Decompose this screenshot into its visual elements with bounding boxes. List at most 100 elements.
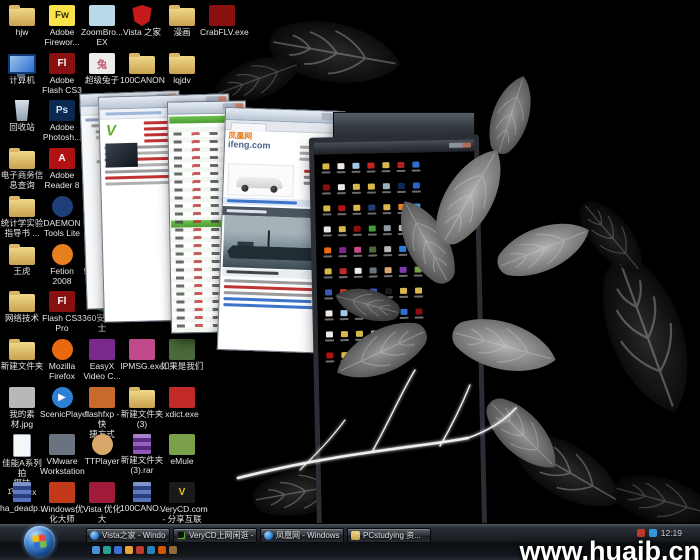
folder-icon — [129, 56, 155, 74]
mini-desktop-icon — [339, 226, 346, 232]
desktop-icon[interactable]: 回收站 — [0, 100, 44, 133]
desktop-icon[interactable]: ZoomBro... EX — [80, 5, 124, 48]
tile-icon — [209, 5, 235, 26]
desktop-icon[interactable]: 统计学实验 指导书 ... — [0, 196, 44, 239]
desktop-icon-label: Mozilla Firefox — [40, 362, 84, 382]
mini-desktop-icon — [326, 331, 333, 337]
quick-launch — [92, 546, 177, 554]
desktop-icon[interactable]: Windows优 化大师 — [40, 482, 84, 525]
desktop-icon[interactable]: CrabFLV.exe — [200, 5, 244, 38]
desktop-icon[interactable]: FlAdobe Flash CS3 — [40, 53, 84, 96]
desktop-icon[interactable]: 王虎 — [0, 244, 44, 277]
desktop-icon-label: 100CANON — [120, 76, 164, 86]
desktop-icon[interactable]: IPMSG.exe — [120, 339, 164, 372]
tile-icon — [169, 339, 195, 360]
quick-launch-icon[interactable] — [169, 546, 177, 554]
mini-desktop-icon — [370, 288, 377, 294]
mini-desktop-icon — [339, 247, 346, 253]
taskbar-window-button[interactable]: VeryCD上网闲逛 -... — [173, 528, 257, 543]
desktop-icon[interactable]: 我的素材.jpg — [0, 387, 44, 430]
desktop-icon-label: ha_deadp... — [0, 504, 44, 514]
bin-icon — [14, 100, 31, 121]
taskbar-window-button[interactable]: PCstudying 资... — [347, 528, 431, 543]
desktop-icon[interactable]: 100CANON — [120, 53, 164, 86]
mini-desktop-icon — [369, 225, 376, 231]
mini-desktop-icon — [355, 289, 362, 295]
mini-desktop-icon — [323, 184, 330, 190]
folder-icon — [9, 247, 35, 265]
mini-desktop-icon — [413, 183, 420, 189]
desktop-icon[interactable]: eMule — [160, 434, 204, 467]
desktop-icon[interactable]: 网络技术 — [0, 291, 44, 324]
desktop-icon-label: 如果是我们 — [160, 362, 204, 372]
taskbar-window-button[interactable]: 凤凰网 - Windows... — [260, 528, 344, 543]
desktop-icon[interactable]: 漫画 — [160, 5, 204, 38]
desktop-icon[interactable]: TTPlayer — [80, 434, 124, 467]
quick-launch-icon[interactable] — [147, 546, 155, 554]
quick-launch-icon[interactable] — [136, 546, 144, 554]
desktop-icon[interactable]: ha_deadp... — [0, 482, 44, 514]
mini-desktop-icon — [400, 267, 407, 273]
mini-desktop-icon — [384, 246, 391, 252]
desktop-icon[interactable]: VMware Workstation — [40, 434, 84, 477]
taskbar-button-label: Vista之家 - Windo... — [102, 530, 166, 541]
desktop-icon[interactable]: 计算机 — [0, 53, 44, 86]
desktop-icon[interactable]: Fetion 2008 — [40, 244, 84, 287]
doc-icon — [13, 434, 31, 457]
mini-desktop-icon — [385, 267, 392, 273]
folder-icon — [129, 390, 155, 408]
start-button[interactable] — [24, 526, 55, 557]
desktop-icon[interactable]: EasyX Video C... — [80, 339, 124, 382]
shield-icon — [132, 5, 152, 26]
desktop-icon[interactable]: lqjdv — [160, 53, 204, 86]
window-titlebar[interactable] — [334, 113, 474, 125]
desktop-icon[interactable]: 如果是我们 — [160, 339, 204, 372]
mini-desktop-icon — [370, 309, 377, 315]
desktop-icon[interactable]: 100CANO... — [120, 482, 164, 514]
mini-desktop-icon — [324, 226, 331, 232]
desktop-icon[interactable]: 新建文件夹 — [0, 339, 44, 372]
mini-desktop-icon — [369, 246, 376, 252]
mini-desktop-icon — [324, 247, 331, 253]
desktop-icon[interactable]: 新建文件夹 (3).rar — [120, 434, 164, 476]
desktop-icon[interactable]: PsAdobe Photosh... — [40, 100, 84, 143]
quick-launch-icon[interactable] — [158, 546, 166, 554]
mini-desktop-icon — [353, 184, 360, 190]
quick-launch-icon[interactable] — [92, 546, 100, 554]
desktop-icon[interactable]: DAEMON Tools Lite — [40, 196, 84, 239]
mini-desktop-icon — [385, 309, 392, 315]
mini-desktop-icon — [386, 330, 393, 336]
mini-desktop-icon — [356, 352, 363, 358]
desktop-icon[interactable]: 电子商务信 息查询 — [0, 148, 44, 191]
desktop-icon[interactable]: 新建文件夹 (3) — [120, 387, 164, 430]
desktop-icon[interactable]: FlFlash CS3 Pro — [40, 291, 84, 334]
desktop-icon-label: Flash CS3 Pro — [40, 314, 84, 334]
rar-icon — [133, 434, 151, 454]
desktop-icon[interactable]: flashfxp - 快 捷方式 — [80, 387, 124, 439]
quick-launch-icon[interactable] — [125, 546, 133, 554]
desktop-icon[interactable]: Vista 之家 — [120, 5, 164, 38]
desktop-icon-label: eMule — [160, 457, 204, 467]
desktop-icon[interactable]: xdict.exe — [160, 387, 204, 420]
rar-icon — [13, 482, 31, 502]
desktop-icon[interactable]: Mozilla Firefox — [40, 339, 84, 382]
desktop-icon[interactable]: ▶ScenicPlayer — [40, 387, 84, 420]
quick-launch-icon[interactable] — [103, 546, 111, 554]
text-line — [224, 279, 324, 285]
mini-desktop-icon — [323, 205, 330, 211]
desktop-icon[interactable]: AAdobe Reader 8 — [40, 148, 84, 191]
desktop-icon[interactable]: hjw — [0, 5, 44, 38]
desktop-icon[interactable]: 兔超级兔子 — [80, 53, 124, 86]
desktop-icon[interactable]: FwAdobe Firewor... — [40, 5, 84, 48]
quick-launch-icon[interactable] — [114, 546, 122, 554]
window-desktop-preview[interactable] — [309, 134, 487, 537]
mini-desktop-icon — [415, 308, 422, 314]
desktop-icon-label: CrabFLV.exe — [200, 28, 244, 38]
tile-icon — [89, 339, 115, 360]
taskbar-window-button[interactable]: Vista之家 - Windo... — [86, 528, 170, 543]
desktop-icon-label: 漫画 — [160, 28, 204, 38]
ifeng-logo-en[interactable]: ifeng.com — [228, 140, 271, 151]
mini-desktop-icon — [383, 183, 390, 189]
desktop-icon-label: 100CANO... — [120, 504, 164, 514]
car-ad-image[interactable] — [227, 163, 294, 197]
